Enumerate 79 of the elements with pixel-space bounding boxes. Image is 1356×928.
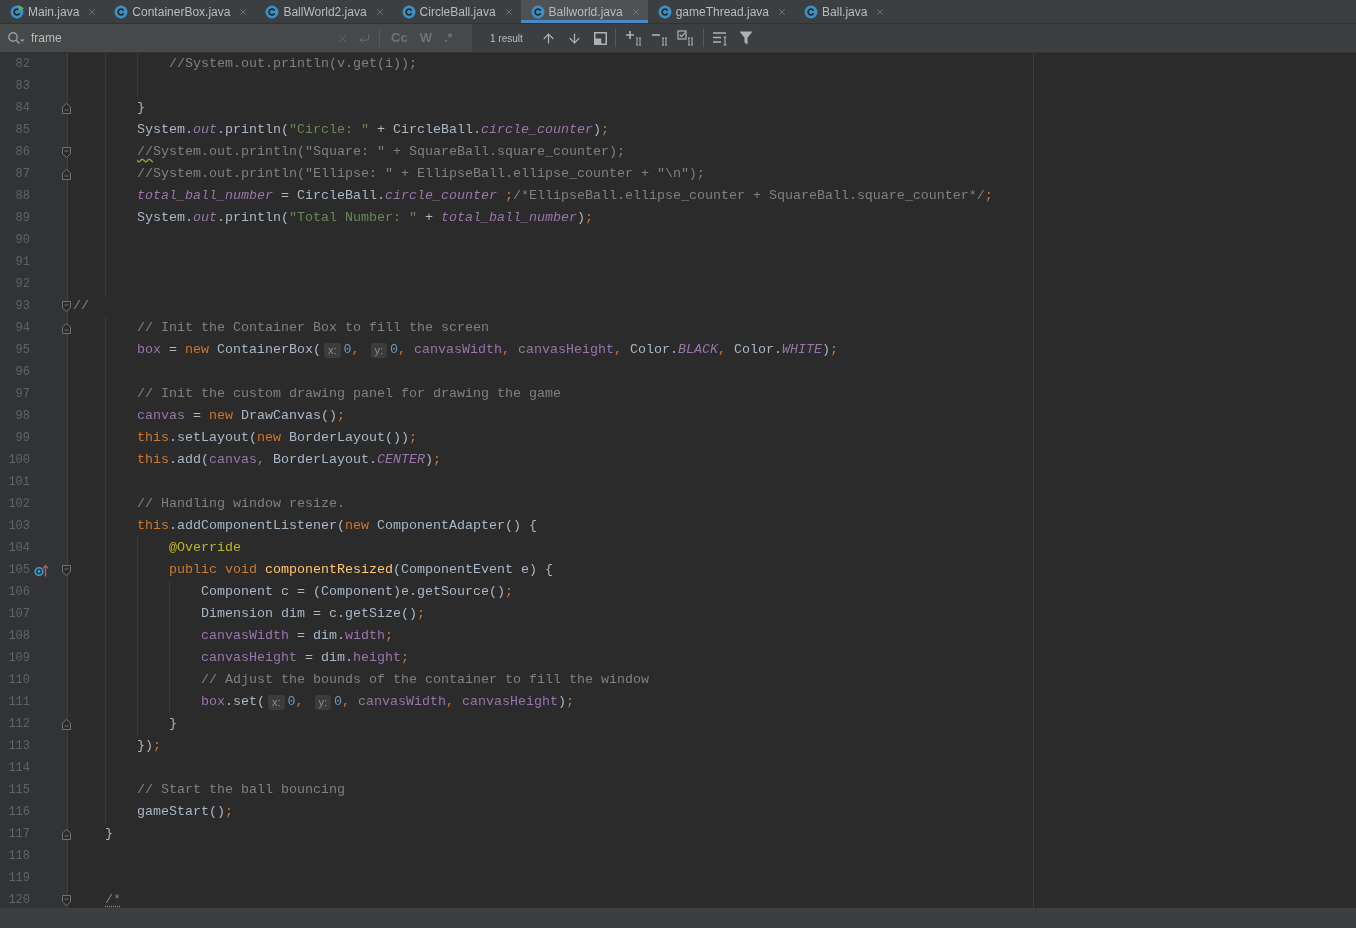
parameter-hint: x:: [324, 342, 341, 358]
checkbox-cursor-icon[interactable]: [676, 30, 693, 46]
circle-c-play-icon: [10, 4, 24, 19]
close-icon[interactable]: [503, 6, 514, 17]
close-icon[interactable]: [337, 32, 348, 44]
code-text: 0,: [287, 693, 305, 711]
fold-end-icon[interactable]: [62, 322, 71, 334]
newline-icon[interactable]: [358, 31, 371, 45]
code-line: canvasWidth = dim.width;: [201, 627, 393, 645]
circle-c-icon: [657, 4, 672, 19]
plus-cursor-icon[interactable]: [624, 30, 641, 46]
code-line: this.setLayout(new BorderLayout());: [137, 429, 417, 447]
panel-icon[interactable]: [594, 31, 608, 45]
code-line: Dimension dim = c.getSize();: [201, 605, 425, 623]
circle-c-icon: [114, 4, 129, 19]
code-line: }: [137, 99, 145, 117]
code-line: public void componentResized(ComponentEvent e) {: [169, 561, 553, 579]
code-line: // Init the Container Box to fill the screen: [137, 319, 489, 337]
close-icon[interactable]: [238, 6, 249, 17]
code-text: box = new ContainerBox(: [137, 341, 321, 359]
code-line: // Handling window resize.: [137, 495, 345, 513]
code-line: // Start the ball bouncing: [137, 781, 345, 799]
editor-tab[interactable]: CircleBall.java: [391, 0, 521, 23]
code-line: this.add(canvas, BorderLayout.CENTER);: [137, 451, 441, 469]
close-icon[interactable]: [875, 6, 886, 17]
editor-tab[interactable]: ContainerBox.java: [104, 0, 256, 23]
code-line: //System.out.println(v.get(i));: [169, 55, 417, 73]
close-icon[interactable]: [630, 6, 641, 17]
fold-start-icon[interactable]: [62, 300, 71, 312]
editor-tab[interactable]: Ball.java: [794, 0, 893, 23]
code-text: box.set(: [201, 693, 265, 711]
fold-start-icon[interactable]: [62, 894, 71, 906]
close-icon[interactable]: [777, 6, 788, 17]
code-line: }: [169, 715, 177, 733]
code-line: this.addComponentListener(new ComponentAdapter() {: [137, 517, 537, 535]
circle-c-icon: [530, 4, 545, 19]
code-text: 0, canvasWidth, canvasHeight, Color.BLACK, Color.WHITE);: [390, 341, 839, 359]
code-line: total_ball_number = CircleBall.circle_counter ;/*EllipseBall.ellipse_counter + SquareBall.square_counter*/;: [137, 187, 993, 205]
fold-end-icon[interactable]: [62, 828, 71, 840]
fold-end-icon[interactable]: [62, 102, 71, 114]
parameter-hint: y:: [314, 694, 332, 710]
code-line: canvas = new DrawCanvas();: [137, 407, 345, 425]
close-icon[interactable]: [374, 6, 385, 17]
code-text: 0,: [343, 341, 361, 359]
search-icon[interactable]: [7, 31, 25, 45]
code-line: // Init the custom drawing panel for drawing the game: [137, 385, 561, 403]
fold-start-icon[interactable]: [62, 146, 71, 158]
circle-c-icon: [265, 4, 280, 19]
code-line: }: [105, 825, 113, 843]
code-line: System.out.println("Circle: " + CircleBall.circle_counter);: [137, 121, 609, 139]
circle-up-arrow-icon[interactable]: [34, 563, 49, 577]
code-line: /*: [105, 891, 121, 908]
code-line: //System.out.println("Square: " + SquareBall.square_counter);: [137, 143, 625, 161]
code-line: Component c = (Component)e.getSource();: [201, 583, 513, 601]
filter-icon[interactable]: [738, 31, 753, 45]
parameter-hint: x:: [268, 694, 285, 710]
code-line: gameStart();: [137, 803, 233, 821]
code-text: 0, canvasWidth, canvasHeight);: [334, 693, 575, 711]
fold-start-icon[interactable]: [62, 564, 71, 576]
code-line: });: [137, 737, 161, 755]
result-count: 1 result: [490, 31, 523, 46]
close-icon[interactable]: [87, 6, 98, 17]
editor-tab[interactable]: gameThread.java: [647, 0, 795, 23]
lines-cursor-icon[interactable]: [711, 30, 728, 46]
parameter-hint: y:: [370, 342, 388, 358]
editor-tab[interactable]: Ballworld.java: [520, 0, 648, 23]
circle-c-icon: [401, 4, 416, 19]
code-line: System.out.println("Total Number: " + total_ball_number);: [137, 209, 593, 227]
code-line: //System.out.println("Ellipse: " + EllipseBall.ellipse_counter + "\n");: [137, 165, 705, 183]
circle-c-icon: [804, 4, 819, 19]
editor-tab[interactable]: Main.java: [0, 0, 105, 23]
fold-end-icon[interactable]: [62, 718, 71, 730]
code-line: //: [73, 297, 89, 315]
editor-tab[interactable]: BallWorld2.java: [255, 0, 392, 23]
fold-end-icon[interactable]: [62, 168, 71, 180]
code-line: @Override: [169, 539, 241, 557]
arrow-down-icon[interactable]: [567, 30, 583, 46]
code-line: canvasHeight = dim.height;: [201, 649, 409, 667]
code-line: // Adjust the bounds of the container to fill the window: [201, 671, 649, 689]
